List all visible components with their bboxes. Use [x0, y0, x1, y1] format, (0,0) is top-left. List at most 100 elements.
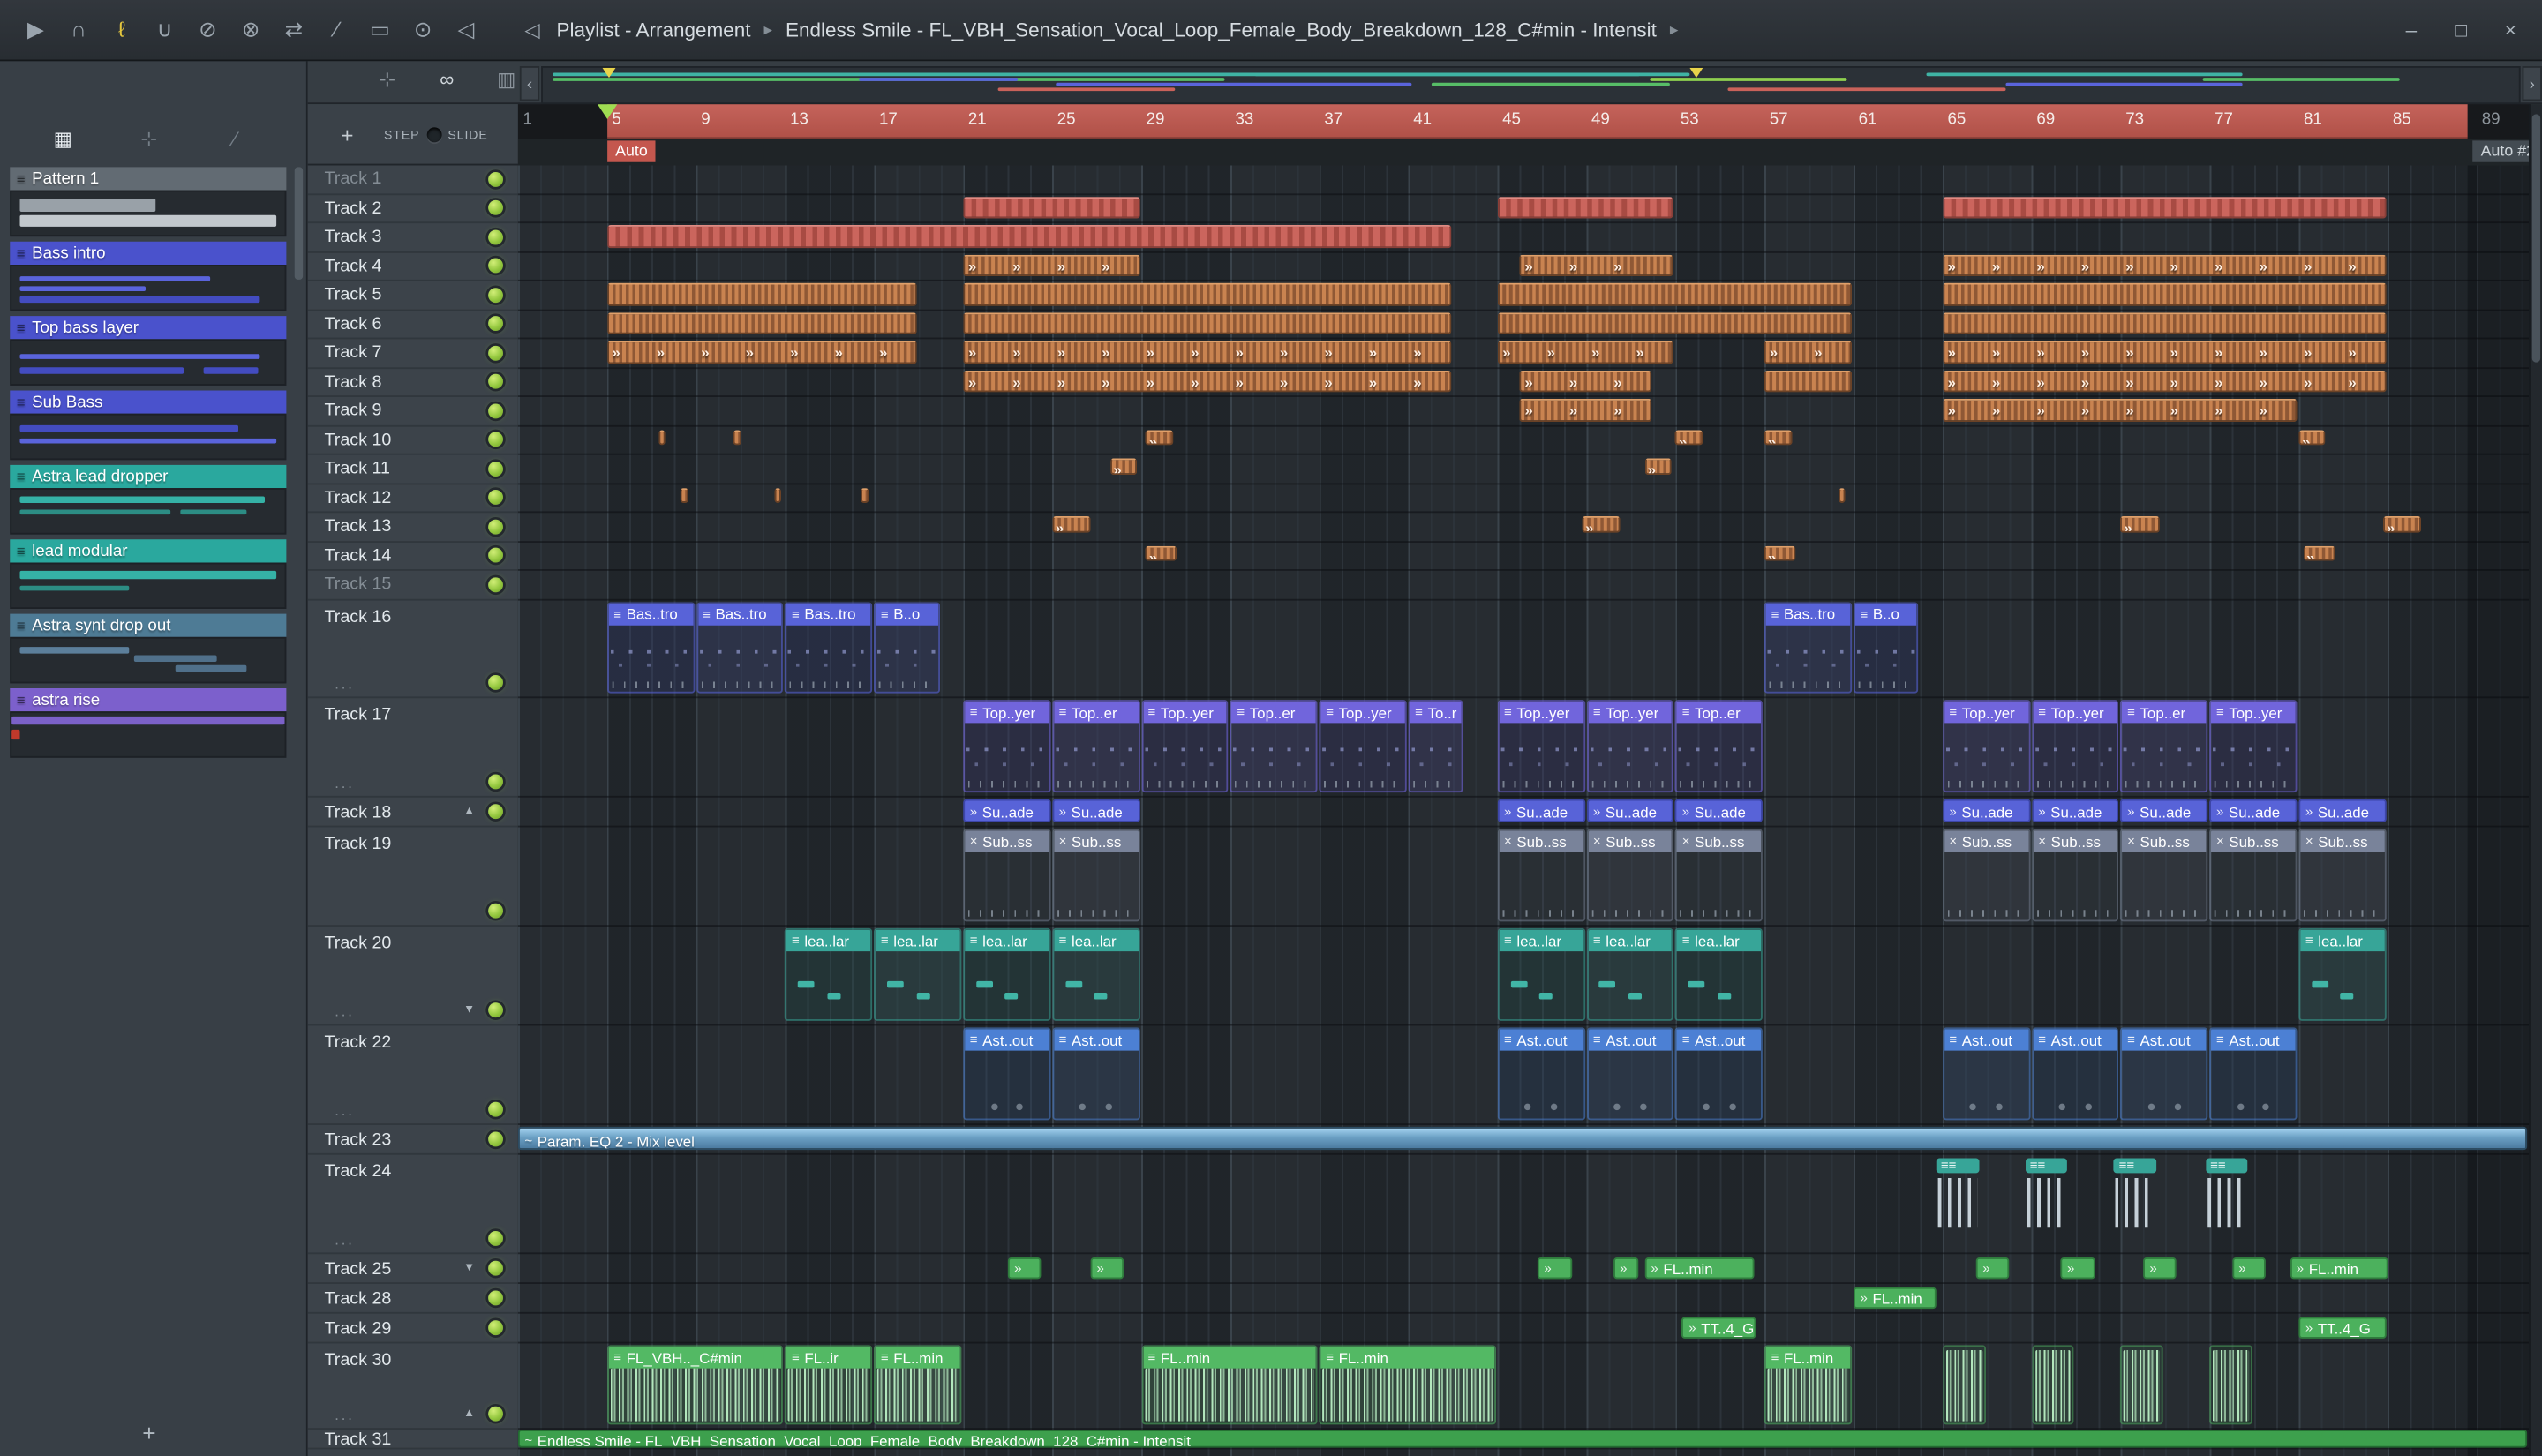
clip-ds[interactable]: »: [1052, 516, 1091, 532]
clip-patp[interactable]: ≡ To..r: [1408, 700, 1463, 793]
track-mute-led[interactable]: [488, 1406, 503, 1422]
pattern-item[interactable]: ≡ Bass intro: [10, 241, 287, 311]
clip-dr[interactable]: [1497, 282, 1853, 305]
timeline-marker-auto2[interactable]: Auto #2: [2472, 140, 2529, 162]
clip-pats[interactable]: » Su..ade: [2120, 799, 2208, 822]
track-name[interactable]: Track 25: [325, 1258, 392, 1279]
clip-sub[interactable]: × Sub..ss: [963, 829, 1051, 922]
stamp-icon[interactable]: ▥: [493, 68, 520, 91]
track-name[interactable]: Track 6: [325, 314, 382, 334]
clip-pats[interactable]: » Su..ade: [1052, 799, 1140, 822]
track-collapse-arrow[interactable]: ▲: [463, 805, 475, 816]
clip-pat[interactable]: ≡ Bas..tro: [1764, 601, 1853, 694]
track-mute-led[interactable]: [488, 403, 503, 418]
clip-grn[interactable]: » FL..min: [1854, 1287, 1937, 1310]
playlist-grid[interactable]: »»»»»»»»»»»»»»»»»»»»»»»»»»»»»»»»»»»»»»»»…: [517, 165, 2529, 1456]
swap-tool-icon[interactable]: ⇄: [275, 13, 312, 47]
clip-ds[interactable]: »: [2120, 516, 2160, 532]
clip-dr[interactable]: [1497, 311, 1853, 334]
select-tool-icon[interactable]: ▭: [361, 13, 399, 47]
clip-ds[interactable]: »: [2298, 429, 2327, 446]
clip-teal[interactable]: ≡ lea..lar: [785, 927, 873, 1021]
clip-wav[interactable]: [1942, 1345, 1986, 1425]
headphones-icon[interactable]: ∩: [60, 13, 98, 47]
track-name[interactable]: Track 9: [325, 401, 382, 421]
track-header[interactable]: Track 17 ···: [307, 698, 518, 798]
clip-wav[interactable]: [2031, 1345, 2075, 1425]
close-button[interactable]: ×: [2499, 19, 2522, 41]
track-mute-led[interactable]: [488, 490, 503, 506]
track-header[interactable]: Track 9: [307, 397, 518, 426]
speaker-icon[interactable]: ◁: [524, 19, 539, 41]
magnet-icon[interactable]: ∪: [146, 13, 184, 47]
clip-grn[interactable]: » FL..min: [1643, 1257, 1755, 1280]
track-mute-led[interactable]: [488, 316, 503, 332]
pattern-item[interactable]: ≡ astra rise: [10, 688, 287, 758]
pattern-item[interactable]: ≡ Astra synt drop out: [10, 613, 287, 684]
overview-scrollbar[interactable]: ‹ ›: [519, 66, 2542, 105]
scroll-left-arrow[interactable]: ‹: [519, 66, 540, 101]
track-name[interactable]: Track 5: [325, 285, 382, 305]
track-collapse-arrow[interactable]: ▼: [463, 1262, 475, 1273]
track-mute-led[interactable]: [488, 345, 503, 361]
clip-pats[interactable]: » Su..ade: [1497, 799, 1585, 822]
track-name[interactable]: Track 19: [325, 834, 392, 854]
playhead-marker[interactable]: [597, 104, 617, 119]
clip-ast[interactable]: ≡ Ast..out: [2209, 1027, 2298, 1121]
clip-sliver[interactable]: [861, 487, 869, 503]
clip-teal[interactable]: ≡ lea..lar: [874, 927, 962, 1021]
clip-grn[interactable]: »: [1089, 1257, 1124, 1280]
track-mute-led[interactable]: [488, 258, 503, 274]
add-track-button[interactable]: +: [341, 123, 353, 147]
track-name[interactable]: Track 2: [325, 199, 382, 219]
track-name[interactable]: Track 14: [325, 545, 392, 566]
track-name[interactable]: Track 24: [325, 1161, 392, 1182]
clip-pats[interactable]: » Su..ade: [2031, 799, 2119, 822]
track-mute-led[interactable]: [488, 675, 503, 690]
clip-ast[interactable]: ≡ Ast..out: [1942, 1027, 2030, 1121]
move-icon[interactable]: ⊹: [374, 68, 401, 91]
track-mute-led[interactable]: [488, 200, 503, 216]
track-name[interactable]: Track 30: [325, 1350, 392, 1370]
clip-dra[interactable]: »»»»: [1497, 341, 1674, 364]
pattern-item[interactable]: ≡ Pattern 1: [10, 167, 287, 237]
track-header[interactable]: Track 10: [307, 426, 518, 455]
track-header[interactable]: Track 31: [307, 1429, 518, 1450]
clip-sub[interactable]: × Sub..ss: [1052, 829, 1140, 922]
clip-grn[interactable]: » FL..min: [2290, 1257, 2388, 1280]
clip-patp[interactable]: ≡ Top..yer: [1319, 700, 1407, 793]
clip-pats[interactable]: » Su..ade: [2209, 799, 2298, 822]
track-name[interactable]: Track 28: [325, 1288, 392, 1309]
clip-ast[interactable]: ≡ Ast..out: [1675, 1027, 1764, 1121]
clip-dra[interactable]: »»: [1764, 341, 1853, 364]
clip-aud[interactable]: ≡ FL_VBH.._C#min: [606, 1345, 784, 1425]
clip-tealsm[interactable]: ≡≡: [1936, 1158, 1979, 1235]
clip-sliver[interactable]: [658, 429, 666, 446]
clip-sliver[interactable]: [733, 429, 741, 446]
clip-ds[interactable]: »: [2383, 516, 2422, 532]
track-name[interactable]: Track 10: [325, 430, 392, 450]
track-collapse-arrow[interactable]: ▲: [463, 1408, 475, 1420]
clip-patp[interactable]: ≡ Top..yer: [2209, 700, 2298, 793]
track-name[interactable]: Track 7: [325, 343, 382, 364]
track-mute-led[interactable]: [488, 1131, 503, 1147]
track-header[interactable]: Track 7: [307, 339, 518, 369]
track-name[interactable]: Track 11: [325, 459, 390, 479]
track-header[interactable]: Track 11: [307, 455, 518, 484]
clip-dra[interactable]: »»»»»»»»»»: [1942, 370, 2387, 393]
track-name[interactable]: Track 15: [325, 574, 392, 595]
track-mute-led[interactable]: [488, 432, 503, 447]
track-name[interactable]: Track 22: [325, 1032, 392, 1053]
track-header[interactable]: Track 22 ···: [307, 1026, 518, 1125]
track-mute-led[interactable]: [488, 519, 503, 535]
clip-pats[interactable]: » Su..ade: [1586, 799, 1674, 822]
track-header[interactable]: Track 2: [307, 194, 518, 224]
track-mute-led[interactable]: [488, 287, 503, 303]
track-header[interactable]: Track 5: [307, 281, 518, 311]
track-mute-led[interactable]: [488, 1002, 503, 1018]
zoom-tool-icon[interactable]: ⊙: [404, 13, 442, 47]
pattern-item[interactable]: ≡ Top bass layer: [10, 316, 287, 386]
clip-teal[interactable]: ≡ lea..lar: [2298, 927, 2387, 1021]
clip-dr[interactable]: [1942, 311, 2387, 334]
track-name[interactable]: Track 29: [325, 1317, 392, 1338]
